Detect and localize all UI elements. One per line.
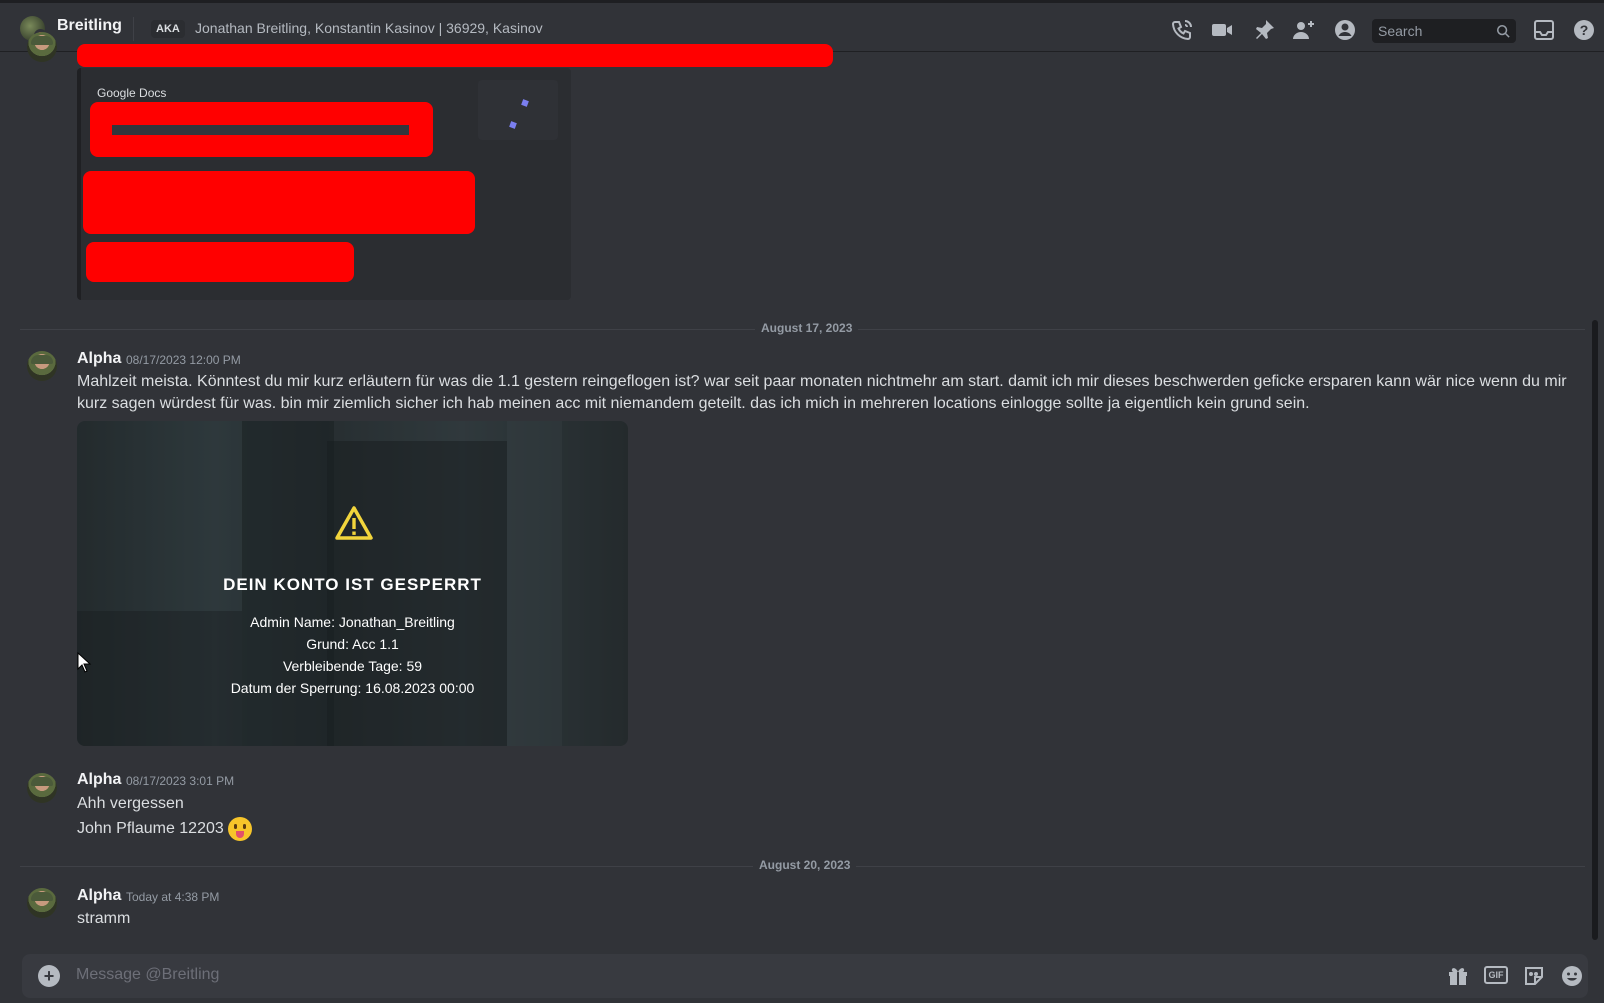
message-text: stramm: [77, 910, 131, 927]
avatar[interactable]: [27, 32, 57, 62]
scrollbar-thumb[interactable]: [1592, 320, 1598, 940]
aka-tag: AKA: [151, 20, 185, 38]
call-icon[interactable]: [1170, 18, 1194, 42]
link-embed: Google Docs: [77, 68, 571, 300]
avatar[interactable]: [27, 888, 57, 918]
gif-button[interactable]: GIF: [1484, 966, 1508, 984]
emoji-picker-icon[interactable]: [1560, 964, 1584, 988]
avatar[interactable]: [27, 351, 57, 381]
header-divider: [133, 17, 134, 41]
inbox-icon[interactable]: [1532, 18, 1556, 42]
message-text: Ahh vergessen: [77, 795, 184, 812]
ban-screenshot-image[interactable]: DEIN KONTO IST GESPERRT Admin Name: Jona…: [77, 421, 628, 746]
ban-remaining-days: Verbleibende Tage: 59: [282, 658, 423, 674]
tongue-emoji-icon: [227, 817, 252, 841]
sticker-icon[interactable]: [1522, 964, 1546, 988]
aka-names: Jonathan Breitling, Konstantin Kasinov |…: [195, 20, 543, 36]
help-icon[interactable]: ?: [1572, 18, 1596, 42]
mouse-cursor-icon: [77, 652, 92, 673]
message-timestamp: 08/17/2023 12:00 PM: [126, 353, 241, 367]
search-placeholder: Search: [1378, 23, 1423, 39]
ban-reason: Grund: Acc 1.1: [306, 636, 399, 652]
add-friend-icon[interactable]: [1292, 18, 1316, 42]
avatar[interactable]: [27, 773, 57, 803]
redacted-embed-footer: [86, 242, 354, 282]
dm-name[interactable]: Breitling: [57, 17, 122, 35]
thumb-dot: [509, 121, 517, 129]
message-input[interactable]: [76, 966, 1376, 984]
redacted-embed-description: [83, 171, 475, 234]
message-author[interactable]: Alpha: [77, 887, 121, 905]
message-text: John Pflaume 12203: [77, 820, 224, 838]
redacted-link: [77, 44, 833, 67]
date-divider-label: August 20, 2023: [753, 858, 857, 872]
embed-title-bar: [112, 125, 409, 135]
search-input[interactable]: Search: [1372, 19, 1516, 43]
date-divider-label: August 17, 2023: [755, 321, 859, 335]
add-attachment-button[interactable]: +: [38, 965, 60, 987]
ban-date: Datum der Sperrung: 16.08.2023 00:00: [230, 680, 475, 696]
profile-icon[interactable]: [1333, 18, 1357, 42]
ban-title: DEIN KONTO IST GESPERRT: [223, 575, 482, 594]
embed-provider: Google Docs: [97, 86, 167, 100]
gift-icon[interactable]: [1446, 964, 1470, 988]
video-icon[interactable]: [1210, 18, 1234, 42]
message-text-line: John Pflaume 12203: [77, 817, 252, 841]
embed-thumbnail[interactable]: [478, 80, 558, 140]
message-author[interactable]: Alpha: [77, 771, 121, 789]
thumb-dot: [521, 99, 529, 107]
message-text: Mahlzeit meista. Könntest du mir kurz er…: [77, 373, 1567, 412]
svg-text:?: ?: [1580, 22, 1589, 38]
message-timestamp: 08/17/2023 3:01 PM: [126, 774, 235, 788]
search-icon: [1496, 24, 1510, 38]
message-list: Google Docs August 17, 2023 Alpha 08/17/…: [0, 32, 1590, 952]
ban-admin-name: Admin Name: Jonathan_Breitling: [250, 614, 455, 630]
message-author[interactable]: Alpha: [77, 350, 121, 368]
warning-icon: [335, 506, 373, 540]
message-timestamp: Today at 4:38 PM: [126, 890, 220, 904]
pin-icon[interactable]: [1252, 18, 1276, 42]
message-composer: + GIF: [22, 954, 1588, 998]
